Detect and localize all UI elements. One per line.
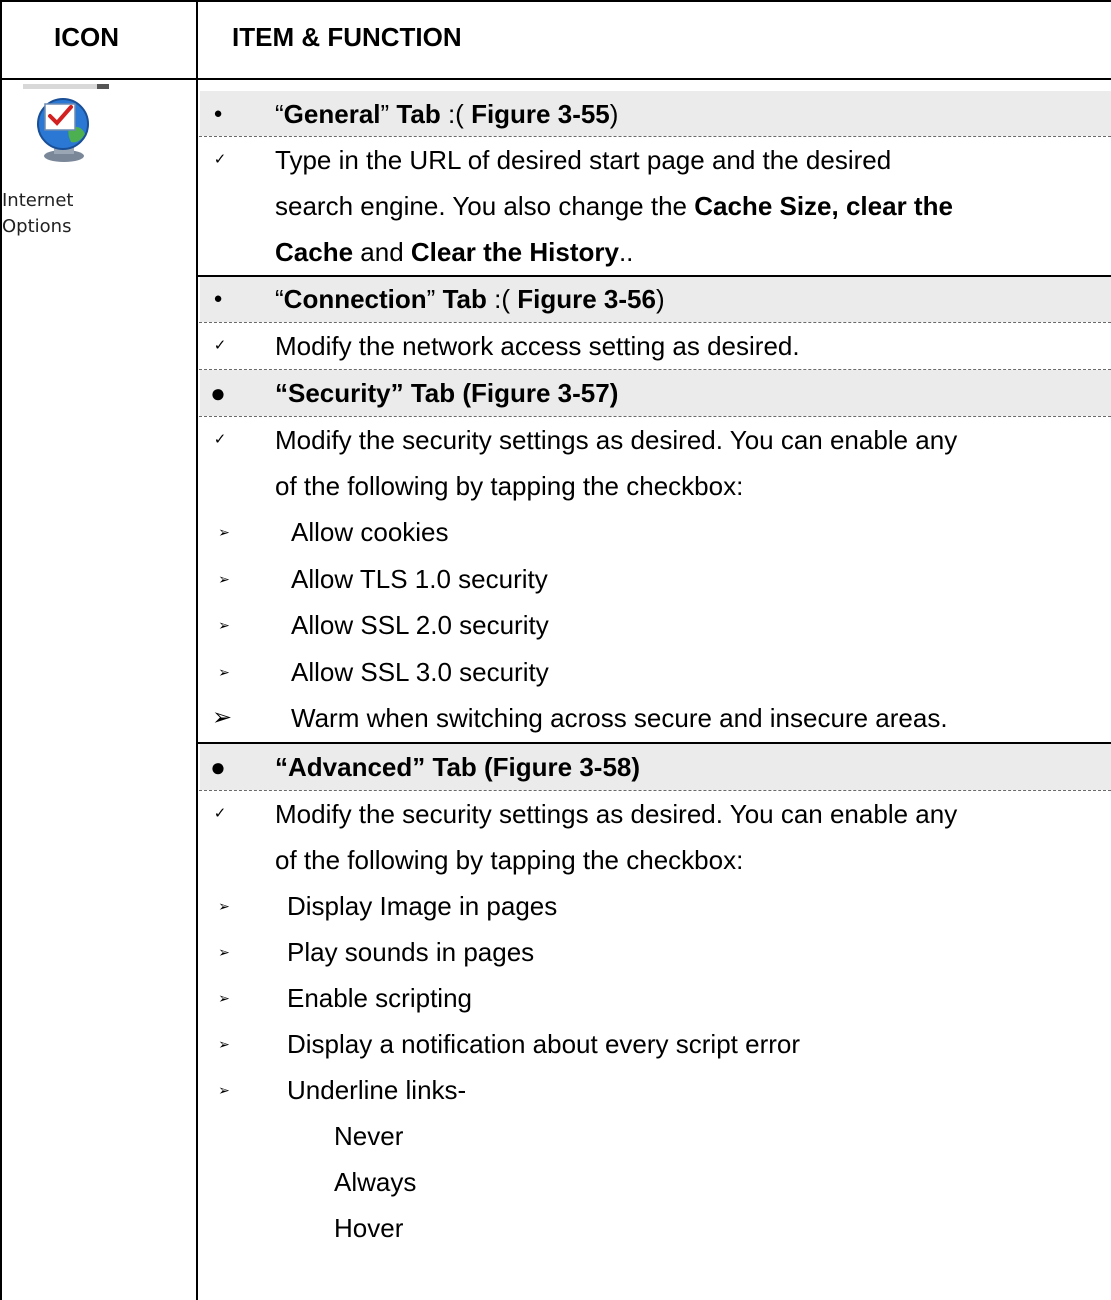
check-icon: ✓ bbox=[213, 337, 227, 354]
icon-cell: Internet Options bbox=[0, 84, 196, 244]
security-desc-line-1: ✓ Modify the security settings as desire… bbox=[200, 417, 1111, 463]
bullet-icon: ● bbox=[210, 378, 226, 408]
advanced-desc-line-2: of the following by tapping the checkbox… bbox=[275, 845, 744, 875]
arrow-icon: ➢ bbox=[218, 1082, 230, 1098]
arrow-icon: ➢ bbox=[218, 617, 230, 633]
security-desc-line-2: of the following by tapping the checkbox… bbox=[275, 471, 744, 501]
icon-label-line1: Internet bbox=[2, 190, 74, 211]
general-tab-heading: ● “General” Tab :( Figure 3-55) bbox=[200, 91, 1111, 137]
paren-open: :( bbox=[447, 99, 464, 129]
underline-choice: Hover bbox=[334, 1213, 404, 1243]
icon-column-header: ICON bbox=[54, 22, 119, 52]
internet-options-icon[interactable] bbox=[17, 84, 117, 174]
table-top-border bbox=[0, 0, 1111, 2]
open-quote: “ bbox=[275, 99, 284, 129]
close-quote: ” bbox=[426, 284, 436, 314]
tab-word: Tab bbox=[442, 284, 487, 314]
connection-desc: ✓ Modify the network access setting as d… bbox=[200, 323, 1111, 369]
figure-ref: Figure 3-55 bbox=[471, 99, 610, 129]
underline-choice: Never bbox=[334, 1121, 404, 1151]
arrow-icon: ➢ bbox=[218, 664, 230, 680]
paren-open: :( bbox=[494, 284, 510, 314]
paren-close: ) bbox=[655, 284, 665, 314]
list-item: ➢ Underline links- bbox=[200, 1067, 1111, 1113]
advanced-desc-line-1: ✓ Modify the security settings as desire… bbox=[200, 791, 1111, 837]
list-item: ➢ Display a notification about every scr… bbox=[200, 1021, 1111, 1067]
bullet-icon: ● bbox=[213, 105, 223, 122]
header-bottom-border bbox=[0, 78, 1111, 80]
list-item: ➢ Allow cookies bbox=[200, 509, 1111, 555]
arrow-icon: ➢ bbox=[218, 1036, 230, 1052]
advanced-tab-heading: ● “Advanced” Tab (Figure 3-58) bbox=[200, 744, 1111, 790]
figure-ref: Figure 3-56 bbox=[517, 284, 656, 314]
check-icon: ✓ bbox=[213, 805, 227, 822]
security-tab-heading: ● “Security” Tab (Figure 3-57) bbox=[200, 370, 1111, 416]
column-divider bbox=[196, 0, 198, 1300]
check-icon: ✓ bbox=[213, 431, 227, 448]
arrow-icon: ➢ bbox=[218, 898, 230, 914]
check-icon: ✓ bbox=[213, 151, 227, 168]
general-desc-line-3: Cache and Clear the History.. bbox=[275, 237, 634, 267]
item-function-column-header: ITEM & FUNCTION bbox=[232, 22, 462, 52]
bullet-icon: ● bbox=[213, 290, 223, 307]
arrow-icon: ➢ bbox=[212, 704, 233, 731]
paren-close: ) bbox=[609, 99, 619, 129]
general-desc-line-1: ✓ Type in the URL of desired start page … bbox=[200, 137, 1111, 183]
close-quote: ” bbox=[380, 99, 390, 129]
arrow-icon: ➢ bbox=[218, 990, 230, 1006]
list-item: ➢ Allow SSL 2.0 security bbox=[200, 602, 1111, 648]
connection-tab-name: Connection bbox=[283, 284, 427, 314]
general-tab-name: General bbox=[283, 99, 381, 129]
list-item: ➢ Allow SSL 3.0 security bbox=[200, 649, 1111, 695]
arrow-icon: ➢ bbox=[218, 944, 230, 960]
arrow-icon: ➢ bbox=[218, 524, 230, 540]
underline-choice: Always bbox=[334, 1167, 417, 1197]
list-item: ➢ Display Image in pages bbox=[200, 883, 1111, 929]
open-quote: “ bbox=[275, 284, 284, 314]
connection-tab-heading: ● “Connection” Tab :( Figure 3-56) bbox=[200, 276, 1111, 322]
icon-label-line2: Options bbox=[2, 216, 72, 237]
list-item: ➢ Allow TLS 1.0 security bbox=[200, 556, 1111, 602]
list-item: ➢ Play sounds in pages bbox=[200, 929, 1111, 975]
arrow-icon: ➢ bbox=[218, 571, 230, 587]
list-item: ➢ Enable scripting bbox=[200, 975, 1111, 1021]
tab-word: Tab bbox=[396, 99, 441, 129]
bullet-icon: ● bbox=[210, 752, 226, 782]
general-desc-line-2: search engine. You also change the Cache… bbox=[275, 191, 953, 221]
list-item: ➢ Warm when switching across secure and … bbox=[200, 695, 1111, 741]
